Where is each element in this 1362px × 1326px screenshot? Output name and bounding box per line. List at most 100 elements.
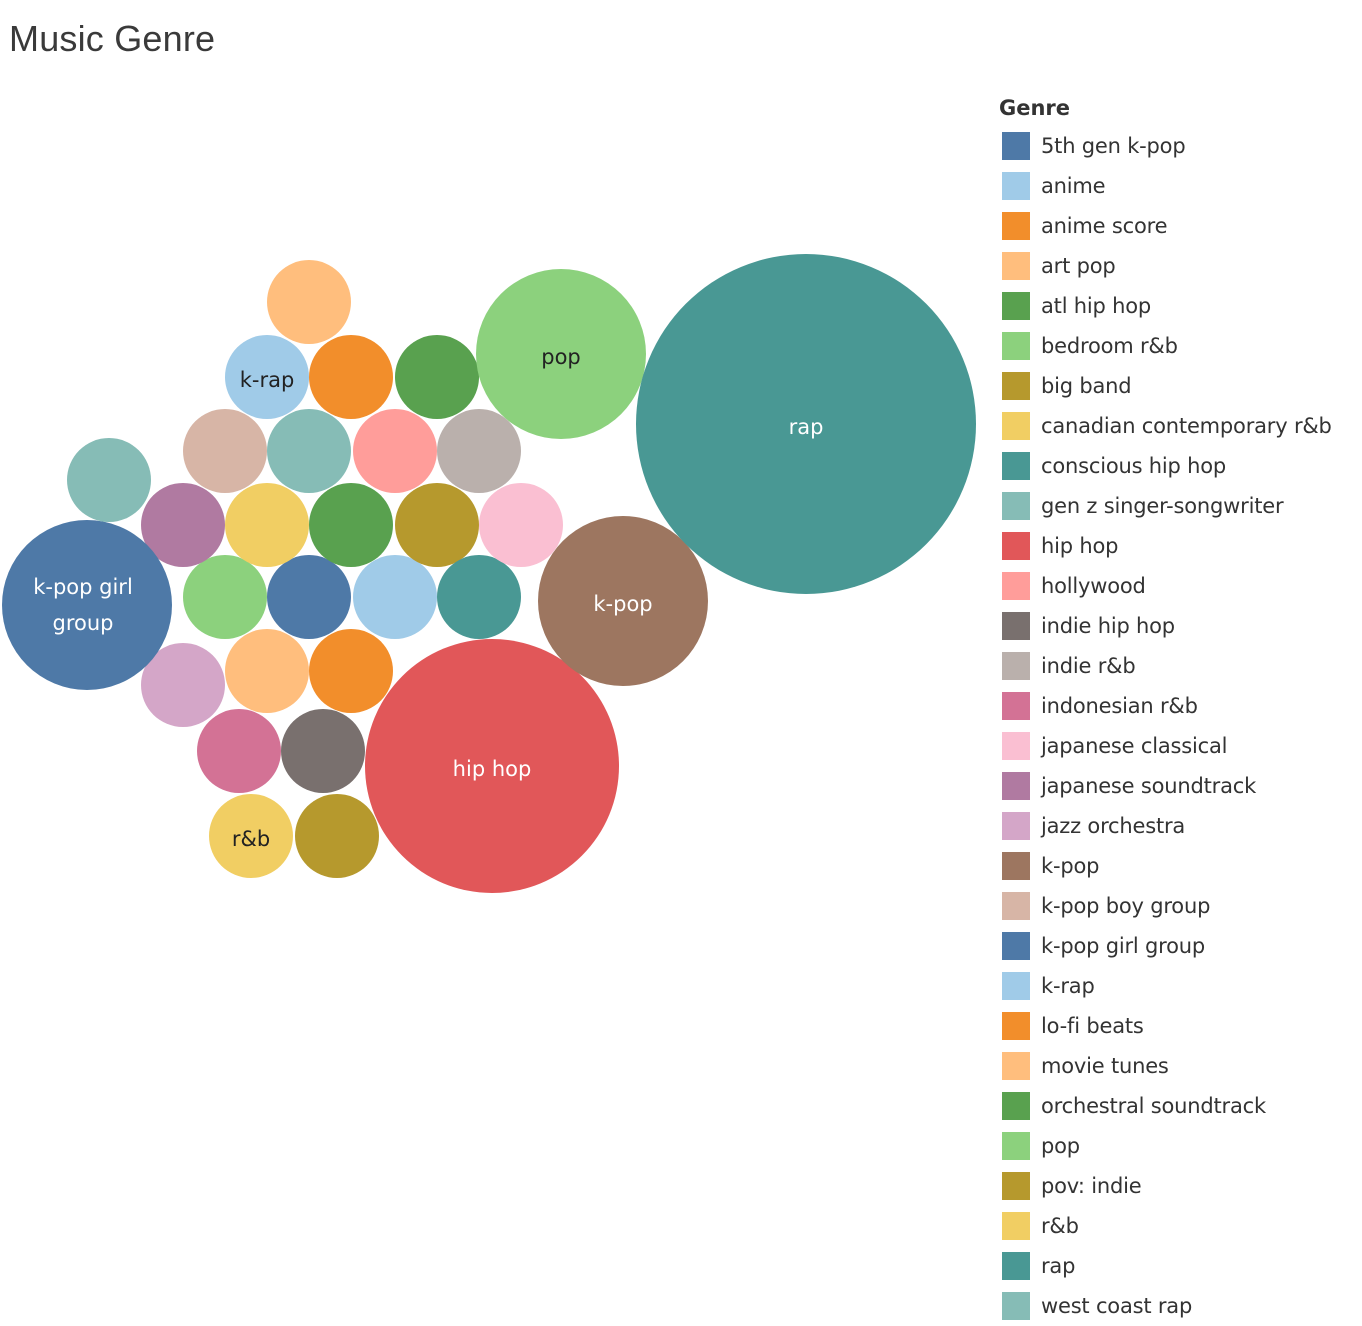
bubble-circle[interactable] [309, 629, 393, 713]
bubble-label: hip hop [453, 757, 532, 781]
bubble-circle[interactable] [225, 629, 309, 713]
bubble-circle[interactable] [267, 409, 351, 493]
legend-item[interactable]: hip hop [999, 526, 1332, 566]
bubble-circle[interactable] [183, 409, 267, 493]
bubble[interactable]: pop [476, 269, 646, 439]
bubble[interactable]: k-rap [225, 335, 309, 419]
bubble-circle[interactable] [183, 555, 267, 639]
legend-label: r&b [1041, 1214, 1079, 1238]
legend-item[interactable]: canadian contemporary r&b [999, 406, 1332, 446]
legend-item[interactable]: pop [999, 1126, 1332, 1166]
bubble-circle[interactable] [395, 335, 479, 419]
bubble[interactable]: k-pop [538, 516, 708, 686]
legend-item[interactable]: west coast rap [999, 1286, 1332, 1326]
legend-item[interactable]: conscious hip hop [999, 446, 1332, 486]
bubble[interactable] [225, 483, 309, 567]
legend-item[interactable]: lo-fi beats [999, 1006, 1332, 1046]
bubble[interactable]: k-pop girl group [2, 520, 172, 690]
bubble[interactable] [67, 438, 151, 522]
legend-item[interactable]: orchestral soundtrack [999, 1086, 1332, 1126]
legend-item[interactable]: indie r&b [999, 646, 1332, 686]
legend-swatch [1002, 652, 1030, 680]
bubble[interactable] [437, 555, 521, 639]
legend-item[interactable]: art pop [999, 246, 1332, 286]
legend-item[interactable]: movie tunes [999, 1046, 1332, 1086]
legend-item[interactable]: japanese classical [999, 726, 1332, 766]
legend-swatch [1002, 372, 1030, 400]
bubble[interactable] [309, 335, 393, 419]
bubble[interactable] [353, 409, 437, 493]
bubble[interactable]: r&b [209, 794, 293, 878]
legend-item[interactable]: indonesian r&b [999, 686, 1332, 726]
bubble[interactable] [183, 555, 267, 639]
bubble[interactable]: hip hop [365, 639, 619, 893]
legend-label: indonesian r&b [1041, 694, 1198, 718]
legend-item[interactable]: bedroom r&b [999, 326, 1332, 366]
bubble[interactable] [479, 483, 563, 567]
legend-item[interactable]: big band [999, 366, 1332, 406]
legend-label: canadian contemporary r&b [1041, 414, 1332, 438]
bubble[interactable] [183, 409, 267, 493]
bubble[interactable] [437, 409, 521, 493]
bubble-circle[interactable] [395, 483, 479, 567]
bubble-circle[interactable] [197, 709, 281, 793]
legend-item[interactable]: rap [999, 1246, 1332, 1286]
bubble[interactable] [267, 409, 351, 493]
legend-item[interactable]: k-rap [999, 966, 1332, 1006]
bubble[interactable] [353, 555, 437, 639]
bubble-circle[interactable] [437, 555, 521, 639]
bubble[interactable] [267, 555, 351, 639]
legend-item[interactable]: 5th gen k-pop [999, 126, 1332, 166]
bubble-circle[interactable] [353, 555, 437, 639]
legend-label: lo-fi beats [1041, 1014, 1144, 1038]
legend-label: anime score [1041, 214, 1168, 238]
legend-item[interactable]: k-pop [999, 846, 1332, 886]
legend-item[interactable]: r&b [999, 1206, 1332, 1246]
bubble-label: k-pop girl [33, 575, 133, 599]
bubble-circle[interactable] [295, 794, 379, 878]
bubble-circle[interactable] [2, 520, 172, 690]
legend-label: bedroom r&b [1041, 334, 1178, 358]
bubble-circle[interactable] [309, 335, 393, 419]
legend-label: jazz orchestra [1041, 814, 1186, 838]
bubble-circle[interactable] [353, 409, 437, 493]
bubble[interactable] [395, 483, 479, 567]
legend-label: atl hip hop [1041, 294, 1152, 318]
legend-item[interactable]: hollywood [999, 566, 1332, 606]
bubble-circle[interactable] [479, 483, 563, 567]
bubble-circle[interactable] [309, 483, 393, 567]
bubble[interactable] [281, 709, 365, 793]
bubble-circle[interactable] [437, 409, 521, 493]
legend-label: k-pop [1041, 854, 1100, 878]
legend-item[interactable]: k-pop boy group [999, 886, 1332, 926]
bubble-circle[interactable] [281, 709, 365, 793]
legend-item[interactable]: indie hip hop [999, 606, 1332, 646]
bubble-label: k-rap [240, 368, 295, 392]
legend-item[interactable]: gen z singer-songwriter [999, 486, 1332, 526]
legend-item[interactable]: anime [999, 166, 1332, 206]
legend-label: 5th gen k-pop [1041, 134, 1186, 158]
legend-item[interactable]: japanese soundtrack [999, 766, 1332, 806]
bubble-circle[interactable] [267, 260, 351, 344]
legend-label: art pop [1041, 254, 1116, 278]
legend-item[interactable]: k-pop girl group [999, 926, 1332, 966]
bubble[interactable] [267, 260, 351, 344]
bubble[interactable] [295, 794, 379, 878]
legend-item[interactable]: anime score [999, 206, 1332, 246]
bubble-circle[interactable] [225, 483, 309, 567]
bubble[interactable] [309, 483, 393, 567]
legend-swatch [1002, 212, 1030, 240]
bubble[interactable] [309, 629, 393, 713]
bubble-circle[interactable] [67, 438, 151, 522]
legend-item[interactable]: jazz orchestra [999, 806, 1332, 846]
bubble[interactable] [395, 335, 479, 419]
legend-label: anime [1041, 174, 1106, 198]
legend-swatch [1002, 292, 1030, 320]
bubble-circle[interactable] [267, 555, 351, 639]
legend-item[interactable]: atl hip hop [999, 286, 1332, 326]
bubble[interactable]: rap [636, 254, 976, 594]
bubble[interactable] [225, 629, 309, 713]
bubble[interactable] [197, 709, 281, 793]
legend-item[interactable]: pov: indie [999, 1166, 1332, 1206]
legend-swatch [1002, 252, 1030, 280]
